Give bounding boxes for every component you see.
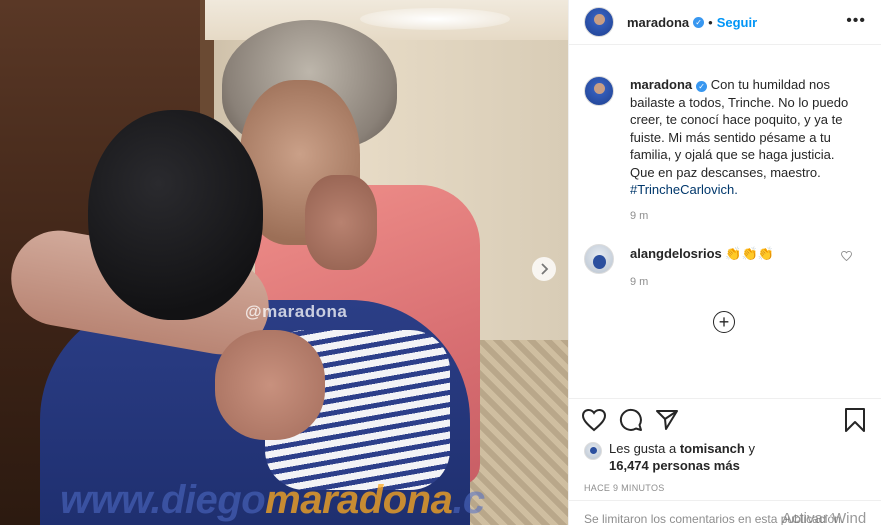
heart-outline-icon[interactable] xyxy=(581,408,608,434)
likes-text: Les gusta a tomisanch y 16,474 personas … xyxy=(609,440,755,474)
watermark-part-2: maradona xyxy=(265,478,453,522)
caption-text: maradona ✓ Con tu humildad nos bailaste a… xyxy=(630,76,855,199)
divider xyxy=(569,500,881,501)
likes-count[interactable]: 16,474 personas más xyxy=(609,458,740,473)
heart-outline-icon[interactable] xyxy=(841,250,852,264)
likes-user[interactable]: tomisanch xyxy=(680,441,745,456)
comment-item: alangdelosrios 👏👏👏 xyxy=(584,244,874,274)
caption-username[interactable]: maradona xyxy=(630,77,692,92)
separator-dot: • xyxy=(708,14,713,30)
post-timestamp[interactable]: HACE 9 MINUTOS xyxy=(584,483,665,493)
image-watermark-handle: @maradona xyxy=(245,302,348,321)
verified-badge-icon: ✓ xyxy=(693,16,705,28)
post-image[interactable]: @maradona www.diegomaradona.c xyxy=(0,0,568,525)
post-header: maradona ✓ • Seguir ••• xyxy=(569,0,881,45)
comment-body: 👏👏👏 xyxy=(725,246,774,261)
photo-ceiling-light xyxy=(360,8,510,30)
caption-hashtag[interactable]: #TrincheCarlovich. xyxy=(630,182,738,197)
image-watermark-website: www.diegomaradona.c xyxy=(60,478,485,523)
avatar[interactable] xyxy=(584,442,602,460)
bookmark-icon[interactable] xyxy=(844,408,870,434)
divider xyxy=(569,398,881,399)
action-bar xyxy=(581,408,872,436)
plus-circle-icon[interactable]: + xyxy=(713,311,735,333)
photo-hand-on-back xyxy=(215,330,325,440)
avatar[interactable] xyxy=(584,76,614,106)
watermark-part-3: .c xyxy=(452,478,485,522)
comment-username[interactable]: alangdelosrios xyxy=(630,246,722,261)
caption-time: 9 m xyxy=(630,210,649,222)
likes-prefix: Les gusta a xyxy=(609,441,680,456)
ellipsis-icon[interactable]: ••• xyxy=(846,12,866,30)
os-activation-watermark: Activar Wind xyxy=(782,510,867,525)
follow-button[interactable]: Seguir xyxy=(717,15,757,30)
caption-body: Con tu humildad nos bailaste a todos, Tr… xyxy=(630,77,849,180)
caption: maradona ✓ Con tu humildad nos bailaste a… xyxy=(584,76,874,199)
paper-plane-icon[interactable] xyxy=(655,408,681,434)
comment-time: 9 m xyxy=(630,276,649,288)
post-sidebar: maradona ✓ • Seguir ••• maradona ✓ Con tu… xyxy=(568,0,881,525)
verified-badge-icon: ✓ xyxy=(696,81,708,92)
likes-mid: y xyxy=(744,441,755,456)
comment-text: alangdelosrios 👏👏👏 xyxy=(630,245,774,262)
chevron-right-icon[interactable] xyxy=(532,257,556,281)
header-username[interactable]: maradona xyxy=(627,15,689,30)
avatar[interactable] xyxy=(584,244,614,274)
photo-man-head xyxy=(88,110,263,320)
speech-bubble-icon[interactable] xyxy=(619,408,645,434)
photo-hand-on-face xyxy=(305,175,377,270)
avatar[interactable] xyxy=(584,7,614,37)
watermark-part-1: www.diego xyxy=(60,478,266,522)
likes-summary: Les gusta a tomisanch y 16,474 personas … xyxy=(584,440,755,474)
